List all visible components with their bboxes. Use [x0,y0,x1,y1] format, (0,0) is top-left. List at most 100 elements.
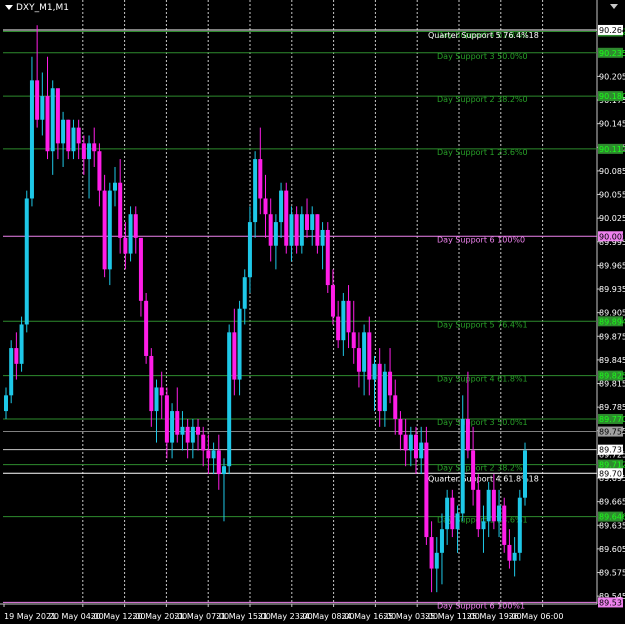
price-tag-text: 89.894 [599,317,625,326]
candle-body [237,308,242,380]
candle-body [107,190,112,270]
support-level-label: Day Support 6 100%1 [437,601,525,610]
price-tag-text: 90.235 [599,49,625,58]
candle-body [50,88,55,152]
candle-body [185,426,190,443]
candle-body [517,497,522,553]
candle-body [92,143,97,152]
candle-body [486,489,491,522]
candle-body [35,80,40,120]
candle-body [315,214,320,246]
candle-body [242,277,247,309]
price-tick-label: 89.845 [599,356,625,365]
candle-body [170,411,175,443]
price-tick-label: 89.785 [599,403,625,412]
candle-body [232,332,237,380]
support-level-label: Day Support 3 50.0%1 [437,418,528,427]
candle-body [273,222,278,246]
candle-body [211,450,216,459]
candle-body [356,348,361,372]
candle-body [310,214,315,230]
candle-body [382,371,387,412]
price-tag-text: 90.264 [599,26,625,35]
price-tag-text: 89.537 [599,598,625,607]
candle-body [258,159,263,199]
price-tick-label: 89.665 [599,498,625,507]
candle-body [336,316,341,341]
candle-body [465,418,470,451]
candle-body [377,363,382,412]
price-chart-svg[interactable]: 19 May 202120 May 04:0020 May 12:0020 Ma… [0,0,625,624]
candle-body [253,159,258,223]
support-level-label: Day Support 5 76.4%1 [437,320,528,329]
candle-body [29,80,34,199]
price-tick-label: 89.875 [599,332,625,341]
price-tag-text: 89.754 [599,428,625,437]
candle-body [284,190,289,246]
candle-body [66,119,71,152]
price-tick-label: 89.575 [599,569,625,578]
support-level-label: Day Support 6 100%0 [437,235,525,244]
price-tag-text: 89.712 [599,461,625,470]
time-tick-label: 26 May 06:00 [509,612,564,621]
candle-body [388,371,393,396]
candle-body [201,434,206,451]
candle-body [419,442,424,459]
support-level-label: Day Support 1 23.6%0 [437,148,528,157]
candle-body [76,127,81,144]
candle-body [149,355,154,412]
symbol-title: DXY_M1,M1 [5,3,69,13]
candle-body [502,505,507,545]
candle-body [330,285,335,317]
candle-body [367,332,372,380]
scroll-marker-icon[interactable] [610,4,618,9]
candle-body [403,434,408,451]
support-level-label: Day Support 3 50.0%0 [437,52,528,61]
candle-body [268,214,273,246]
candle-body [144,300,149,356]
candle-body [221,466,226,475]
candle-body [227,332,232,467]
candle-body [123,237,128,254]
candle-body [408,434,413,451]
candle-body [507,544,512,561]
candle-body [351,332,356,349]
candle-body [512,552,517,561]
candle-body [247,222,252,278]
candle-body [55,88,60,144]
price-tick-label: 90.085 [599,167,625,176]
candle-body [414,434,419,459]
candle-body [128,214,133,254]
candle-body [424,442,429,538]
candle-body [196,426,201,435]
support-level-label: Quarter Support 4 61.8%18 [428,474,539,483]
chevron-down-icon[interactable] [5,5,13,10]
candle-body [491,489,496,522]
price-tick-label: 90.205 [599,72,625,81]
candle-body [299,214,304,246]
candle-body [180,426,185,435]
chart-area[interactable]: 19 May 2021 20 May 04:00 20 May 12:00 20 Ma… [0,0,625,624]
price-tick-label: 89.935 [599,285,625,294]
price-tick-label: 89.905 [599,309,625,318]
price-tag-text: 90.113 [599,145,625,154]
candle-body [279,190,284,223]
candle-body [175,411,180,435]
price-tick-label: 90.025 [599,214,625,223]
price-tag-text: 90.180 [599,92,625,101]
support-level-label: Day Support 4 61.8%1 [437,375,528,384]
candle-body [439,529,444,553]
candle-body [455,513,460,530]
candle-body [393,395,398,419]
candle-body [14,348,19,364]
candle-body [320,229,325,246]
candle-body [294,214,299,246]
candle-body [133,214,138,238]
candle-body [19,324,24,364]
candle-body [460,418,465,514]
candle-body [476,489,481,530]
price-tag-text: 89.646 [599,513,625,522]
candle-body [71,127,76,152]
price-tick-label: 90.145 [599,120,625,129]
candle-body [471,450,476,490]
